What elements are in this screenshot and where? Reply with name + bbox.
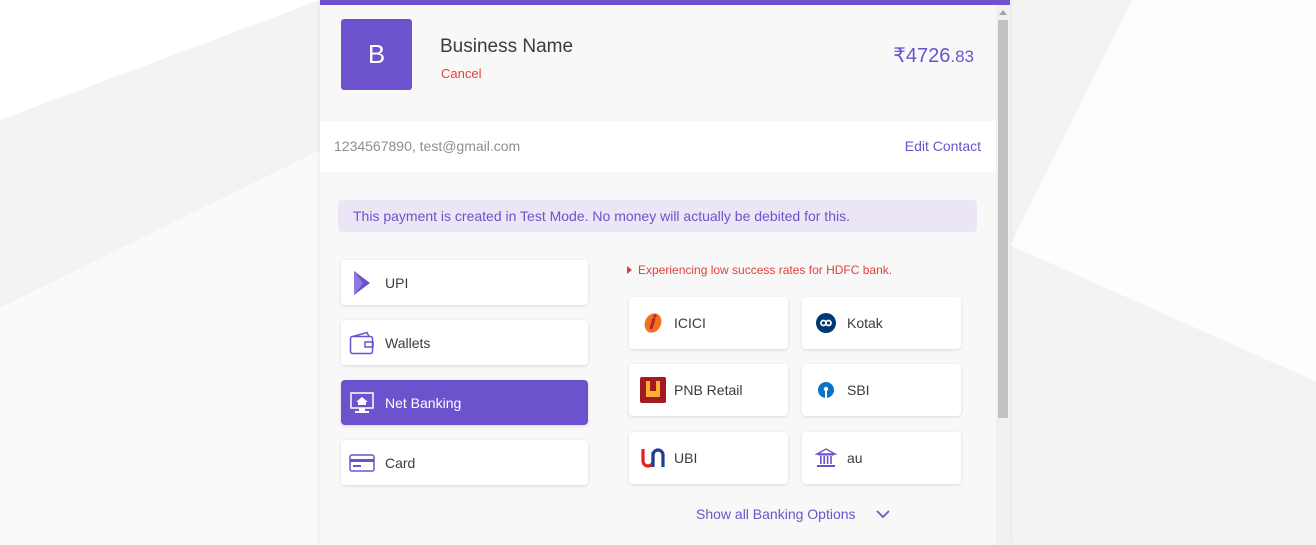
bank-kotak[interactable]: Kotak (802, 297, 961, 349)
cancel-link[interactable]: Cancel (441, 66, 481, 81)
warning-text: Experiencing low success rates for HDFC … (638, 263, 893, 277)
bank-building-icon (813, 445, 839, 471)
method-netbanking[interactable]: Net Banking (341, 380, 588, 425)
method-wallets[interactable]: Wallets (341, 320, 588, 365)
netbanking-icon (349, 390, 375, 416)
sbi-icon (813, 377, 839, 403)
scroll-up-arrow-icon[interactable] (999, 10, 1007, 15)
method-label: Net Banking (385, 394, 462, 411)
contact-details: 1234567890, test@gmail.com (334, 138, 521, 154)
method-upi[interactable]: UPI (341, 260, 588, 305)
merchant-name: Business Name (440, 36, 574, 57)
background-shape (0, 150, 320, 545)
bank-label: SBI (847, 382, 870, 398)
icici-icon (640, 310, 666, 336)
background-shape (0, 0, 320, 120)
background-shape (1010, 0, 1316, 382)
ubi-icon (640, 445, 666, 471)
method-label: UPI (385, 274, 409, 291)
wallet-icon (349, 330, 375, 356)
pnb-icon (640, 377, 666, 403)
show-all-label: Show all Banking Options (696, 506, 856, 522)
bank-sbi[interactable]: SBI (802, 364, 961, 416)
method-label: Card (385, 454, 416, 471)
amount-main: ₹4726 (893, 45, 951, 67)
bank-label: PNB Retail (674, 382, 743, 398)
bank-label: ICICI (674, 315, 706, 331)
bank-warning: Experiencing low success rates for HDFC … (627, 263, 892, 277)
bank-ubi[interactable]: UBI (629, 432, 788, 484)
method-card[interactable]: Card (341, 440, 588, 485)
merchant-header: B Business Name Cancel ₹4726.83 (320, 5, 996, 121)
kotak-icon (813, 310, 839, 336)
payment-amount: ₹4726.83 (893, 43, 974, 68)
show-all-banks-button[interactable]: Show all Banking Options (696, 506, 890, 522)
bank-au[interactable]: au (802, 432, 961, 484)
bank-icici[interactable]: ICICI (629, 297, 788, 349)
card-icon (349, 450, 375, 476)
checkout-modal: B Business Name Cancel ₹4726.83 12345678… (320, 0, 1010, 545)
method-label: Wallets (385, 334, 431, 351)
edit-contact-link[interactable]: Edit Contact (905, 138, 981, 154)
chevron-down-icon (875, 506, 890, 522)
bank-label: UBI (674, 450, 698, 466)
scrollbar-thumb[interactable] (998, 20, 1008, 418)
warning-icon (627, 266, 632, 274)
test-mode-banner: This payment is created in Test Mode. No… (338, 200, 977, 232)
merchant-logo: B (341, 19, 412, 90)
bank-label: au (847, 450, 863, 466)
contact-row: 1234567890, test@gmail.com Edit Contact (320, 121, 996, 172)
upi-icon (349, 270, 375, 296)
amount-decimal: .83 (950, 47, 974, 66)
bank-pnb[interactable]: PNB Retail (629, 364, 788, 416)
bank-label: Kotak (847, 315, 883, 331)
